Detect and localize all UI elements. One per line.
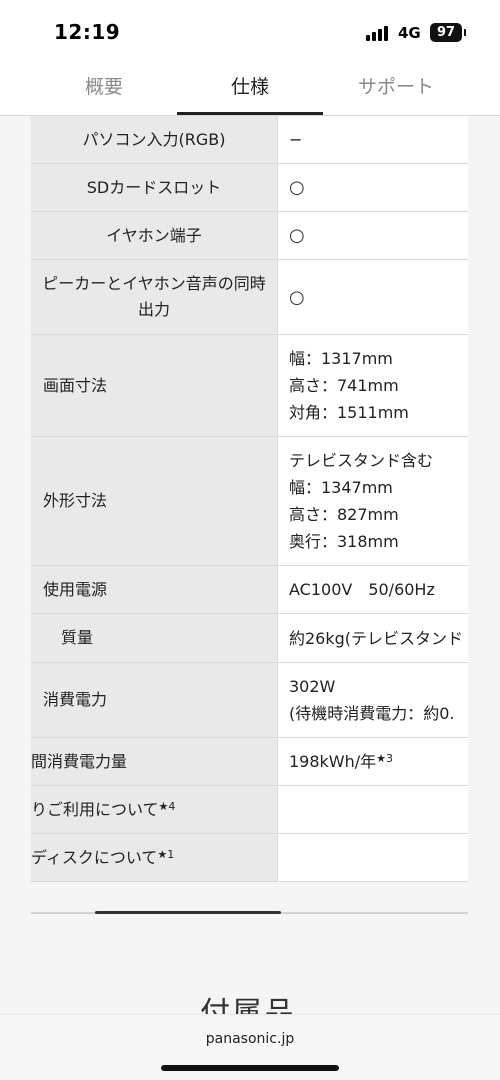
table-row: パソコン入力(RGB) − — [31, 116, 468, 164]
table-row: 間消費電力量 198kWh/年★3 — [31, 738, 468, 786]
network-type: 4G — [398, 24, 421, 42]
value-line: (待機時消費電力：約0. — [289, 704, 455, 723]
battery-icon: 97 — [430, 23, 466, 42]
tab-specs[interactable]: 仕様 — [177, 62, 323, 116]
table-row: 使用電源 AC100V 50/60Hz — [31, 566, 468, 614]
url-text[interactable]: panasonic.jp — [0, 1031, 500, 1047]
spec-value: 302W (待機時消費電力：約0. — [277, 663, 468, 737]
value-line: 302W — [289, 677, 336, 696]
value-line: 198kWh/年★3 — [289, 748, 468, 775]
spec-label: ディスクについて ★1 — [31, 834, 277, 881]
tab-overview[interactable]: 概要 — [31, 62, 177, 116]
table-row: ディスクについて ★1 — [31, 834, 468, 882]
spec-label: 間消費電力量 — [31, 738, 277, 785]
spec-value: ○ — [277, 212, 468, 259]
spec-label: 外形寸法 — [31, 437, 277, 565]
horizontal-scrollbar[interactable] — [31, 911, 468, 914]
scrollbar-thumb[interactable] — [95, 911, 281, 914]
spec-value: 約26kg(テレビスタンド — [277, 614, 468, 662]
value-line: 幅：1347mm — [289, 478, 393, 497]
table-row: りご利用について ★4 — [31, 786, 468, 834]
spec-label: ピーカーとイヤホン音声の同時出力 — [31, 260, 277, 334]
spec-label: 質量 — [31, 614, 277, 662]
circle-mark: ○ — [289, 286, 305, 308]
spec-label: 使用電源 — [31, 566, 277, 613]
spec-label: 消費電力 — [31, 663, 277, 737]
spec-label: イヤホン端子 — [31, 212, 277, 259]
value-line: 高さ：741mm — [289, 376, 399, 395]
spec-value: ○ — [277, 260, 468, 334]
spec-value: − — [277, 116, 468, 163]
usage-label: りご利用について — [31, 799, 159, 819]
spec-label: SDカードスロット — [31, 164, 277, 211]
table-row: ピーカーとイヤホン音声の同時出力 ○ — [31, 260, 468, 335]
circle-mark: ○ — [289, 177, 305, 198]
spec-label: パソコン入力(RGB) — [31, 116, 277, 163]
spec-value: 198kWh/年★3 — [277, 738, 468, 785]
value-line: 奥行：318mm — [289, 532, 399, 551]
browser-url-bar: panasonic.jp — [0, 1014, 500, 1080]
cellular-signal-icon — [366, 25, 390, 41]
spec-value: AC100V 50/60Hz — [277, 566, 468, 613]
footnote-mark[interactable]: ★3 — [376, 752, 393, 765]
disc-label: ディスクについて — [31, 847, 158, 867]
spec-table: パソコン入力(RGB) − SDカードスロット ○ イヤホン端子 ○ ピーカーと… — [31, 116, 468, 882]
footnote-mark[interactable]: ★4 — [159, 794, 176, 820]
table-row: イヤホン端子 ○ — [31, 212, 468, 260]
annual-power-value: 198kWh/年 — [289, 752, 377, 771]
spec-value: 幅：1317mm 高さ：741mm 対角：1511mm — [277, 335, 468, 436]
table-row: SDカードスロット ○ — [31, 164, 468, 212]
spec-value: テレビスタンド含む 幅：1347mm 高さ：827mm 奥行：318mm — [277, 437, 468, 565]
tab-support[interactable]: サポート — [323, 62, 469, 116]
active-tab-indicator — [177, 112, 323, 115]
spec-value: ○ — [277, 164, 468, 211]
spec-label: 画面寸法 — [31, 335, 277, 436]
value-line: テレビスタンド含む — [289, 451, 434, 470]
spec-content[interactable]: パソコン入力(RGB) − SDカードスロット ○ イヤホン端子 ○ ピーカーと… — [0, 116, 500, 1016]
footnote-mark[interactable]: ★1 — [157, 842, 174, 868]
table-row: 画面寸法 幅：1317mm 高さ：741mm 対角：1511mm — [31, 335, 468, 437]
status-time: 12:19 — [54, 20, 121, 44]
value-line: 高さ：827mm — [289, 505, 399, 524]
table-row: 質量 約26kg(テレビスタンド — [31, 614, 468, 663]
table-row: 外形寸法 テレビスタンド含む 幅：1347mm 高さ：827mm 奥行：318m… — [31, 437, 468, 566]
spec-value — [277, 786, 468, 833]
circle-mark: ○ — [289, 225, 305, 246]
spec-value — [277, 834, 468, 881]
accessories-heading: 付属品 — [200, 996, 296, 1016]
value-line: 対角：1511mm — [289, 403, 409, 422]
spec-label: りご利用について ★4 — [31, 786, 277, 833]
status-bar: 12:19 4G 97 — [0, 0, 500, 62]
tab-bar: 概要 仕様 サポート — [0, 62, 500, 116]
home-indicator[interactable] — [161, 1065, 339, 1071]
value-line: 幅：1317mm — [289, 349, 393, 368]
table-row: 消費電力 302W (待機時消費電力：約0. — [31, 663, 468, 738]
